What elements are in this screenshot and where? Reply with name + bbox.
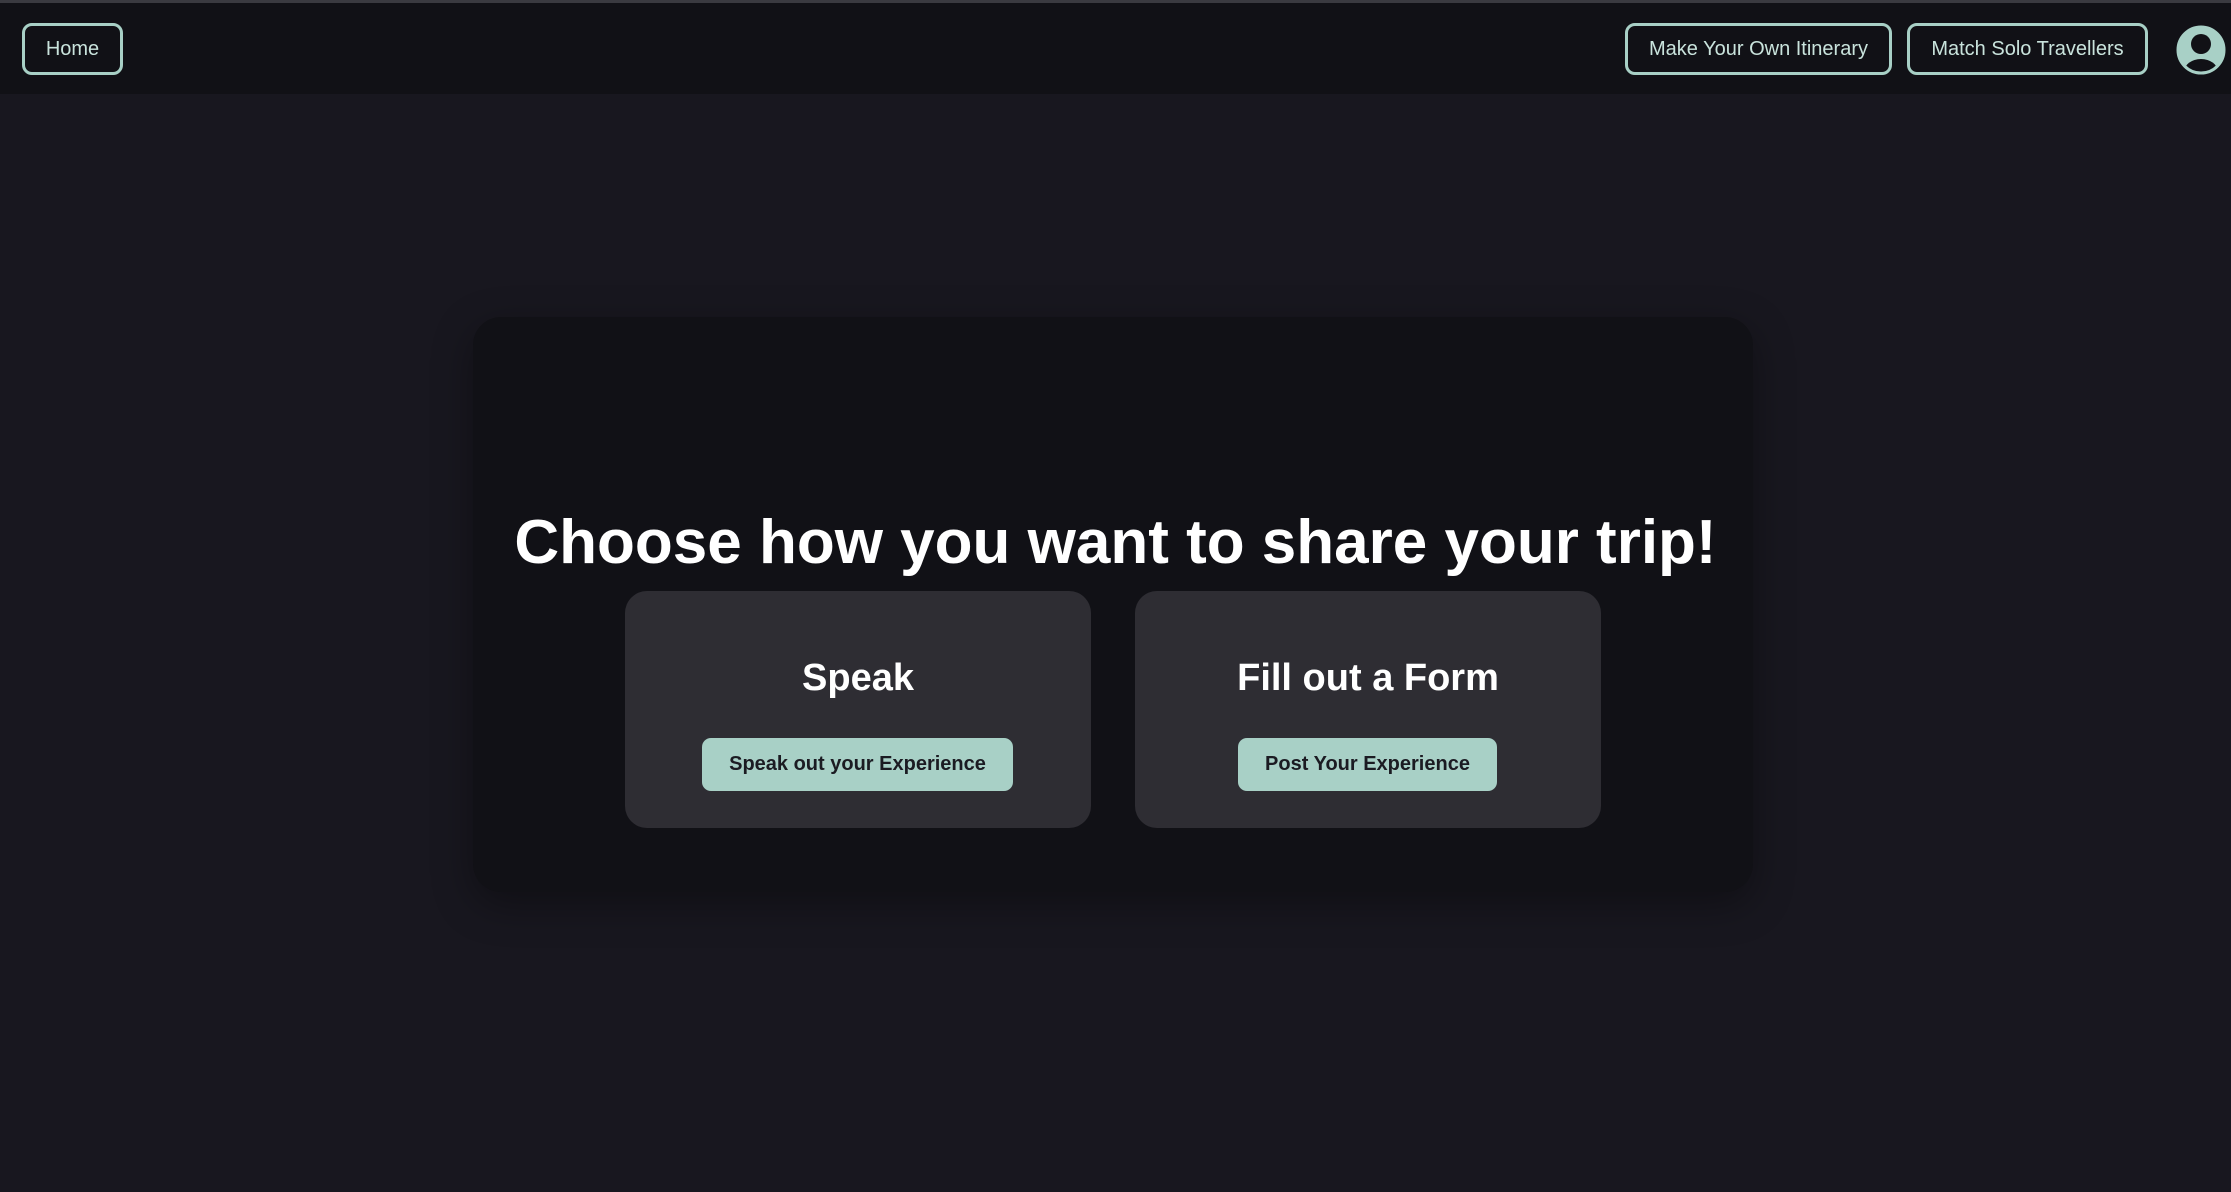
speak-option-card: Speak Speak out your Experience <box>625 591 1091 828</box>
make-itinerary-button[interactable]: Make Your Own Itinerary <box>1625 23 1892 75</box>
speak-card-title: Speak <box>802 657 914 699</box>
match-solo-travellers-button[interactable]: Match Solo Travellers <box>1907 23 2148 75</box>
form-card-title: Fill out a Form <box>1237 657 1499 699</box>
form-option-card: Fill out a Form Post Your Experience <box>1135 591 1601 828</box>
page-title: Choose how you want to share your trip! <box>514 508 1717 577</box>
top-navbar: Home Make Your Own Itinerary Match Solo … <box>0 3 2231 94</box>
speak-experience-button[interactable]: Speak out your Experience <box>702 738 1013 791</box>
post-experience-button[interactable]: Post Your Experience <box>1238 738 1497 791</box>
user-circle-icon[interactable] <box>2176 25 2226 75</box>
home-button[interactable]: Home <box>22 23 123 75</box>
